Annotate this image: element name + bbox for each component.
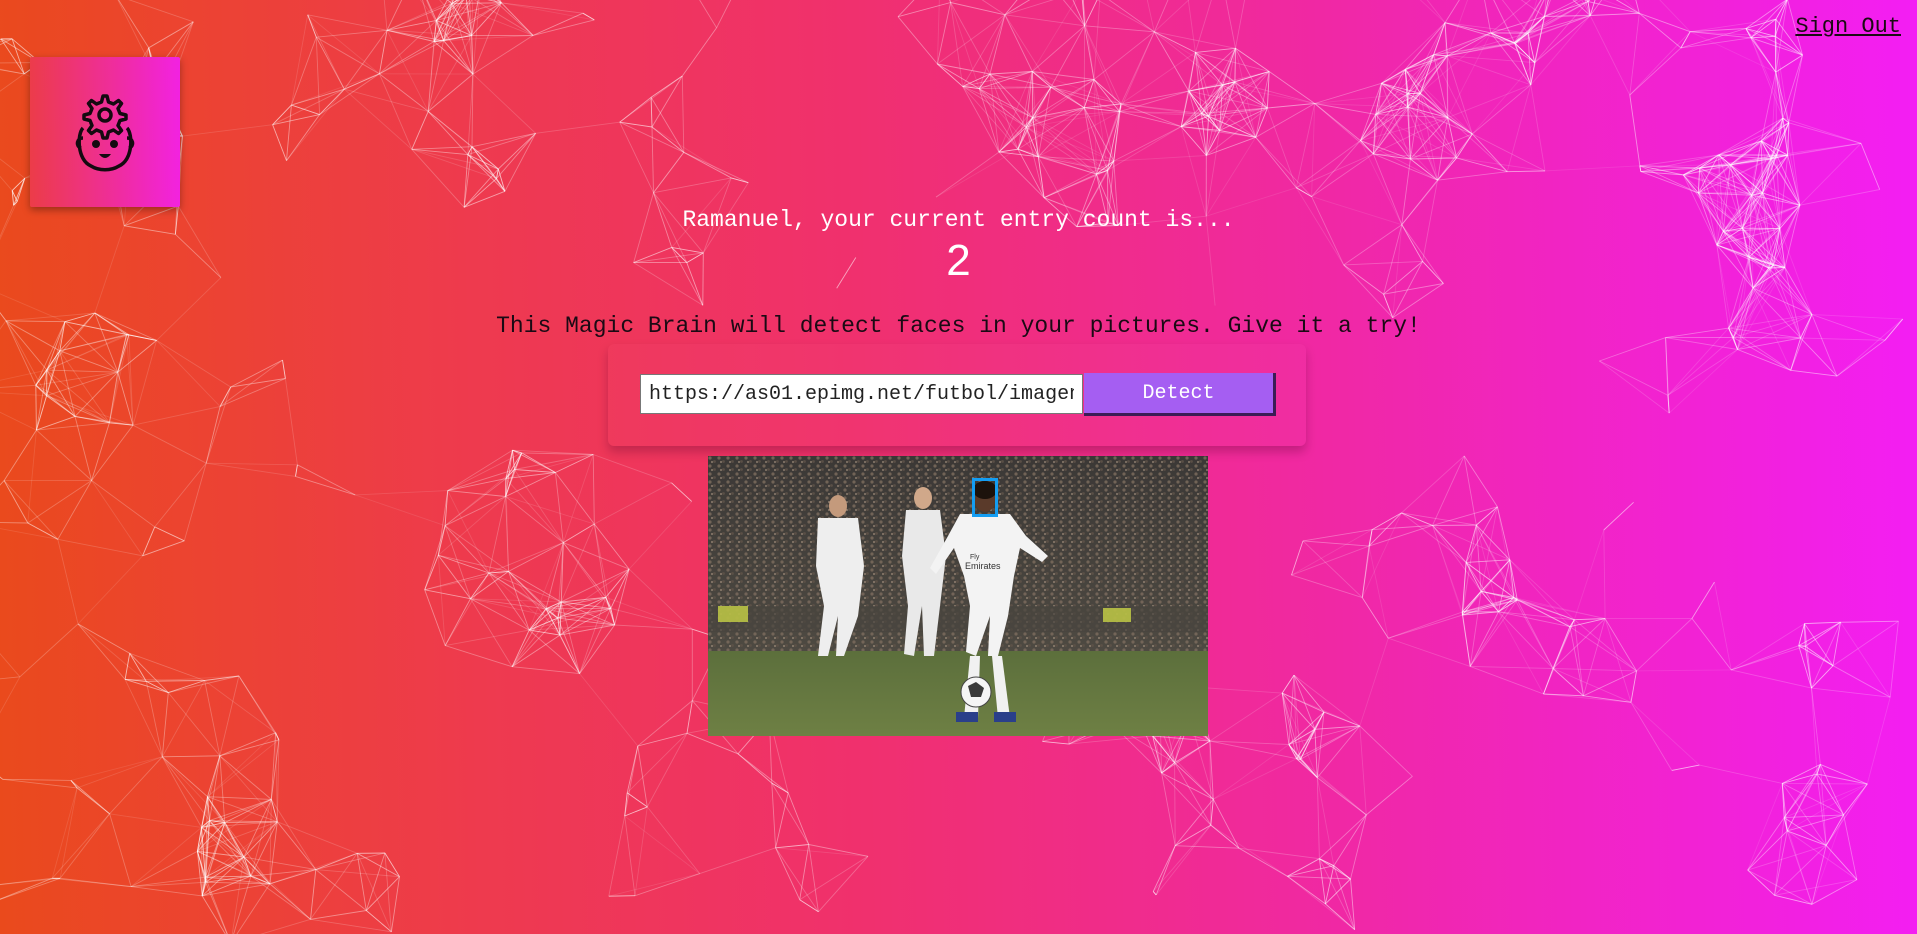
- kit-text-emirates: Emirates: [965, 561, 1001, 571]
- face-bounding-box: [972, 478, 998, 517]
- image-url-input[interactable]: [640, 374, 1083, 414]
- entry-count-message: Ramanuel, your current entry count is...: [682, 207, 1235, 233]
- entry-count-value: 2: [946, 236, 971, 285]
- input-image: Fly Emirates: [708, 456, 1208, 736]
- soccer-photo: Fly Emirates: [708, 456, 1208, 736]
- brain-gear-face-icon: [75, 94, 135, 172]
- sign-out-link[interactable]: Sign Out: [1795, 14, 1901, 39]
- detect-button[interactable]: Detect: [1084, 373, 1276, 416]
- intro-text: This Magic Brain will detect faces in yo…: [496, 313, 1421, 339]
- logo-tile: [30, 57, 180, 207]
- kit-text-fly: Fly: [970, 554, 980, 561]
